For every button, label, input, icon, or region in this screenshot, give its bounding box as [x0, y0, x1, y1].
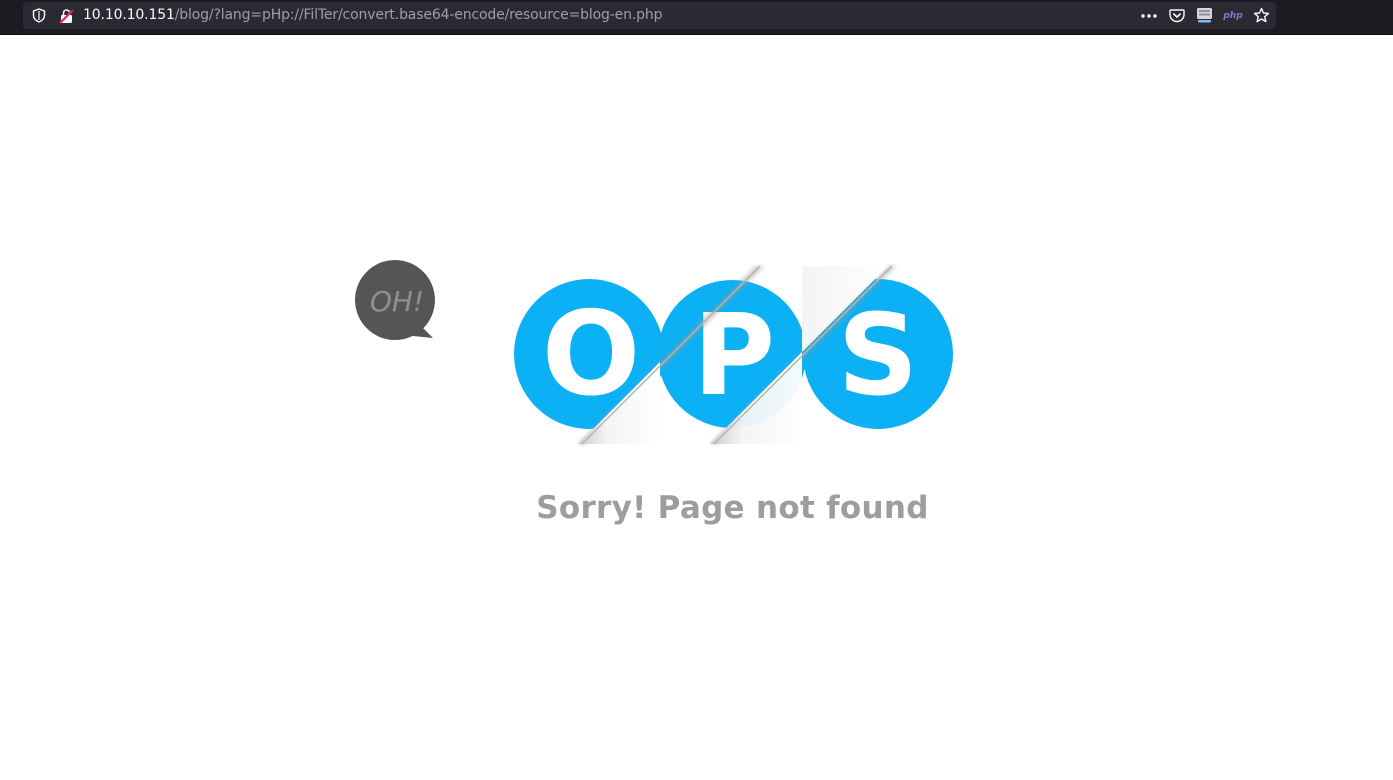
insecure-lock-icon[interactable] [58, 2, 74, 29]
url-path: /blog/?lang=pHp://FilTer/convert.base64-… [174, 7, 663, 23]
oh-speech-bubble: OH! [355, 260, 435, 340]
php-extension-icon[interactable]: php [1222, 2, 1244, 29]
page-content: OH! O P S Sorry! Page not found [0, 35, 1393, 780]
url-host: 10.10.10.151 [83, 7, 175, 23]
url-text[interactable]: 10.10.10.151/blog/?lang=pHp://FilTer/con… [83, 2, 662, 29]
bookmark-star-icon[interactable] [1251, 2, 1271, 29]
shield-icon[interactable] [31, 2, 47, 29]
ops-logo: O P S [514, 265, 953, 445]
browser-toolbar: 10.10.10.151/blog/?lang=pHp://FilTer/con… [0, 0, 1393, 35]
address-bar[interactable]: 10.10.10.151/blog/?lang=pHp://FilTer/con… [23, 2, 1276, 29]
more-actions-icon[interactable] [1139, 2, 1159, 29]
reader-view-icon[interactable] [1195, 2, 1213, 29]
oh-bubble-text: OH! [370, 285, 424, 318]
php-badge-label: php [1223, 10, 1243, 21]
page-not-found-message: Sorry! Page not found [536, 490, 929, 526]
pocket-icon[interactable] [1168, 2, 1186, 29]
